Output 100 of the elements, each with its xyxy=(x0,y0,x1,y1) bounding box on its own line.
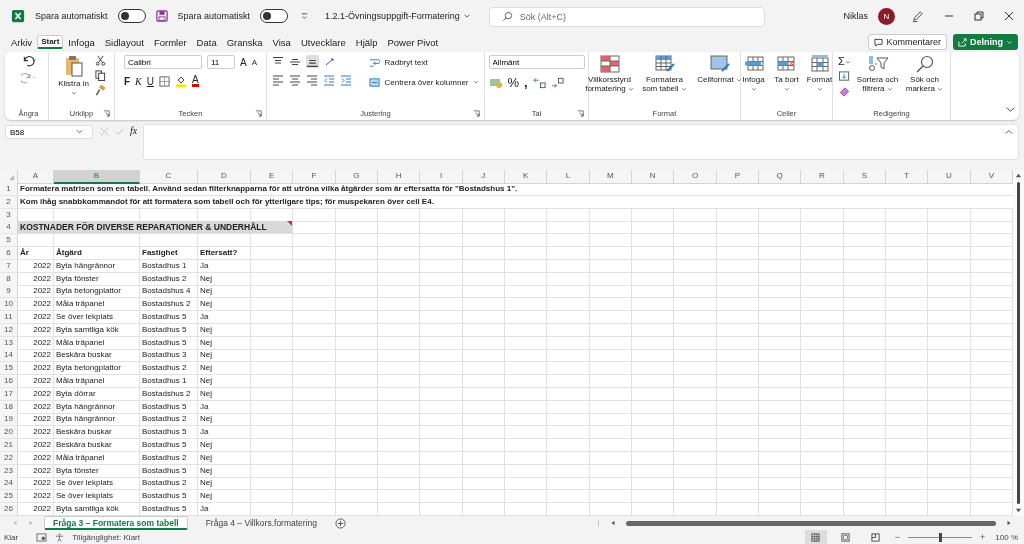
format-painter-icon[interactable] xyxy=(94,85,106,96)
eraser-icon[interactable] xyxy=(837,86,852,97)
sort-filter-button[interactable]: Sortera och filtrera xyxy=(856,55,899,93)
ribbon-tab[interactable]: Hjälp xyxy=(350,33,383,51)
row-header[interactable]: 20 xyxy=(0,426,18,440)
column-header[interactable]: R xyxy=(801,170,844,184)
ribbon-tab[interactable]: Data xyxy=(191,33,222,51)
format-as-table-button[interactable]: Formatera som tabell xyxy=(639,55,690,93)
italic-button[interactable]: K xyxy=(135,75,142,87)
row-header[interactable]: 4 xyxy=(0,221,18,235)
zoom-level[interactable]: 100 % xyxy=(995,532,1018,542)
dialog-launcher-icon[interactable] xyxy=(103,110,110,117)
align-left-icon[interactable] xyxy=(272,74,285,86)
ribbon-tab[interactable]: Sidlayout xyxy=(99,33,149,51)
percent-button[interactable]: % xyxy=(507,75,520,90)
font-color-button[interactable]: A xyxy=(192,75,199,87)
column-header[interactable]: F xyxy=(293,170,336,184)
macro-record-icon[interactable] xyxy=(36,532,48,542)
ribbon-tab[interactable]: Formler xyxy=(148,33,192,51)
restore-icon[interactable] xyxy=(974,11,984,21)
conditional-formatting-button[interactable]: Villkorsstyrd formatering xyxy=(584,55,635,93)
align-bottom-icon[interactable] xyxy=(306,55,320,68)
row-header[interactable]: 14 xyxy=(0,349,18,363)
underline-button[interactable]: U xyxy=(146,75,154,87)
column-header[interactable]: S xyxy=(843,170,886,184)
fill-down-icon[interactable] xyxy=(837,71,852,82)
borders-icon[interactable] xyxy=(159,75,170,87)
collapse-ribbon-icon[interactable] xyxy=(1006,105,1015,114)
column-header[interactable]: B xyxy=(54,170,140,184)
column-header[interactable]: O xyxy=(674,170,717,184)
shrink-font-button[interactable]: A xyxy=(251,57,257,67)
name-box[interactable]: B58 xyxy=(5,125,93,139)
row-header[interactable]: 15 xyxy=(0,362,18,376)
column-header[interactable]: E xyxy=(251,170,294,184)
column-header[interactable]: T xyxy=(886,170,929,184)
column-header[interactable]: M xyxy=(589,170,632,184)
scroll-right-icon[interactable] xyxy=(1006,520,1012,526)
scroll-down-icon[interactable] xyxy=(1015,507,1022,514)
close-icon[interactable] xyxy=(1004,11,1014,21)
number-format-field[interactable]: Allmänt xyxy=(488,55,585,69)
ribbon-tab[interactable]: Arkiv xyxy=(6,33,38,51)
autosave-toggle[interactable] xyxy=(260,9,289,23)
comma-button[interactable]: , xyxy=(524,75,528,90)
scroll-up-icon[interactable] xyxy=(1015,172,1022,179)
column-header[interactable]: I xyxy=(420,170,463,184)
row-header[interactable]: 19 xyxy=(0,413,18,427)
vertical-scrollbar-thumb[interactable] xyxy=(1017,182,1020,504)
row-header[interactable]: 10 xyxy=(0,298,18,312)
column-header[interactable]: C xyxy=(140,170,198,184)
ribbon-tab[interactable]: Visa xyxy=(267,33,296,51)
column-header[interactable]: P xyxy=(716,170,759,184)
normal-view-button[interactable] xyxy=(804,530,827,544)
column-header[interactable]: U xyxy=(928,170,971,184)
row-header[interactable]: 25 xyxy=(0,490,18,504)
share-button[interactable]: Delning xyxy=(953,34,1018,50)
autosave-toggle[interactable] xyxy=(117,9,146,23)
column-header[interactable]: K xyxy=(505,170,548,184)
horizontal-scrollbar-thumb[interactable] xyxy=(626,520,996,526)
decrease-decimal-icon[interactable] xyxy=(550,76,564,89)
customize-menu-icon[interactable] xyxy=(300,11,310,21)
insert-function-button[interactable]: fx xyxy=(130,125,138,136)
zoom-out-button[interactable]: − xyxy=(894,532,901,542)
merge-center-button[interactable]: Centrera över kolumner xyxy=(369,75,479,89)
accessibility-status[interactable]: Tillgänglighet: Klart xyxy=(72,532,140,542)
align-right-icon[interactable] xyxy=(306,74,319,86)
bold-button[interactable]: F xyxy=(124,75,131,87)
delete-cells-button[interactable]: Ta bort xyxy=(772,55,801,93)
align-center-icon[interactable] xyxy=(289,74,302,86)
column-header[interactable]: D xyxy=(198,170,251,184)
search-field[interactable]: Sök (Alt+C) xyxy=(488,6,765,27)
column-header[interactable]: H xyxy=(378,170,421,184)
pen-icon[interactable] xyxy=(911,9,924,23)
wrap-text-button[interactable]: Radbryt text xyxy=(369,55,479,69)
chevron-up-icon[interactable] xyxy=(1005,128,1013,136)
autosum-button[interactable]: Σ xyxy=(838,55,851,67)
column-header[interactable]: V xyxy=(970,170,1013,184)
column-header[interactable]: J xyxy=(462,170,505,184)
save-icon[interactable] xyxy=(155,10,168,22)
user-avatar[interactable]: N xyxy=(878,7,895,25)
find-select-button[interactable]: Sök och markera xyxy=(903,55,946,93)
text-orientation-icon[interactable] xyxy=(324,55,337,68)
ribbon-tab[interactable]: Start xyxy=(37,35,64,49)
dialog-launcher-icon[interactable] xyxy=(577,110,584,117)
comments-button[interactable]: Kommentarer xyxy=(868,34,947,50)
increase-decimal-icon[interactable] xyxy=(532,76,546,89)
file-name-button[interactable]: 1.2.1-Övningsuppgift-Formatering xyxy=(325,11,471,21)
dialog-launcher-icon[interactable] xyxy=(473,110,480,117)
copy-icon[interactable] xyxy=(94,70,106,81)
column-header[interactable]: Q xyxy=(759,170,802,184)
paste-button[interactable]: Klistra in xyxy=(57,55,90,97)
scissors-icon[interactable] xyxy=(94,55,106,66)
row-header[interactable]: 9 xyxy=(0,285,18,299)
grow-font-button[interactable]: A xyxy=(240,56,247,68)
accessibility-icon[interactable] xyxy=(55,532,65,542)
format-cells-button[interactable]: Format xyxy=(805,55,834,93)
formula-input[interactable] xyxy=(143,124,1019,160)
ribbon-tab[interactable]: Infoga xyxy=(63,33,100,51)
sheet-tab[interactable]: Fråga 3 – Formatera som tabell xyxy=(44,516,188,530)
fill-color-icon[interactable] xyxy=(175,75,187,87)
font-size-field[interactable]: 11 xyxy=(207,55,235,69)
